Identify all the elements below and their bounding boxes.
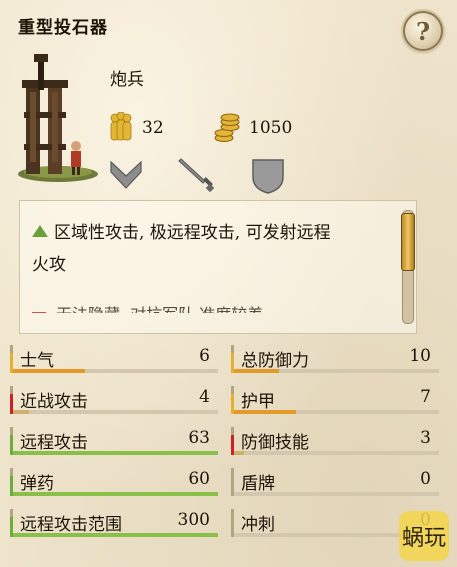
stat-value: 4 (199, 387, 210, 407)
description-scrollbar[interactable] (401, 210, 415, 324)
stat-value: 10 (409, 346, 431, 366)
men-count: 32 (108, 112, 164, 144)
stat-value: 0 (420, 469, 431, 489)
description-line2: 火攻 (32, 255, 66, 275)
men-value: 32 (142, 118, 164, 138)
stat-bar-fill (13, 369, 85, 373)
gold-coins-icon (214, 113, 240, 142)
red-bar-icon (32, 312, 46, 313)
stat-bar-fill (234, 451, 245, 455)
stat-label: 弹药 (20, 474, 54, 494)
green-triangle-icon (32, 225, 48, 237)
stat-row-left-4: 远程攻击范围 300 (10, 509, 218, 537)
stat-row-right-1: 护甲 7 (231, 386, 439, 414)
svg-text:蜗玩: 蜗玩 (402, 526, 446, 551)
stat-row-right-2: 防御技能 3 (231, 427, 439, 455)
stat-label: 远程攻击范围 (20, 515, 122, 535)
chevron-down-icon (110, 160, 142, 189)
stat-bar-fill (13, 492, 218, 496)
help-button[interactable]: ? (403, 11, 443, 51)
cost-value: 1050 (249, 118, 293, 138)
stat-label: 总防御力 (241, 351, 309, 371)
stat-label: 远程攻击 (20, 433, 88, 453)
stat-bar-fill (13, 451, 218, 455)
stat-bar-track (13, 410, 218, 414)
stat-row-left-1: 近战攻击 4 (10, 386, 218, 414)
stat-value: 60 (188, 469, 210, 489)
stat-value: 7 (420, 387, 431, 407)
stat-value: 3 (420, 428, 431, 448)
stat-label: 护甲 (241, 392, 275, 412)
stat-row-left-2: 远程攻击 63 (10, 427, 218, 455)
stat-row-left-0: 士气 6 (10, 345, 218, 373)
sword-icon (178, 158, 215, 193)
stat-label: 近战攻击 (20, 392, 88, 412)
unit-class: 炮兵 (110, 70, 144, 90)
stat-label: 防御技能 (241, 433, 309, 453)
stat-bar-edge (231, 353, 234, 373)
unit-card: 重型投石器 ? 炮兵 32 1050 区域性攻击, 极远程攻击, 可发射远程 火… (0, 0, 457, 567)
description-line1: 区域性攻击, 极远程攻击, 可发射远程 (54, 223, 331, 243)
stat-bar-fill (234, 369, 280, 373)
stat-value: 300 (177, 510, 210, 530)
unit-title: 重型投石器 (18, 18, 108, 38)
stat-bar-edge (10, 517, 13, 537)
stat-bar-fill (13, 533, 218, 537)
stat-bar-fill (234, 410, 296, 414)
watermark-logo: 蜗玩 (399, 511, 449, 561)
help-icon: ? (415, 16, 431, 46)
stat-label: 士气 (20, 351, 54, 371)
stat-bar-edge (10, 394, 13, 414)
stat-row-right-0: 总防御力 10 (231, 345, 439, 373)
cost: 1050 (213, 113, 292, 143)
scrollbar-thumb[interactable] (401, 213, 415, 271)
stat-bar-track (234, 451, 439, 455)
description-cutoff: 无法隐藏, 对抗军队 准度较差 (32, 301, 263, 313)
stat-value: 6 (199, 346, 210, 366)
men-icon (110, 112, 132, 141)
description-text: 区域性攻击, 极远程攻击, 可发射远程 火攻 (32, 217, 407, 281)
stat-bar-track (234, 492, 439, 496)
stat-label: 盾牌 (241, 474, 275, 494)
stat-bar-edge (231, 394, 234, 414)
stat-row-right-3: 盾牌 0 (231, 468, 439, 496)
description-box: 区域性攻击, 极远程攻击, 可发射远程 火攻 无法隐藏, 对抗军队 准度较差 (19, 200, 417, 334)
stat-bar-edge (231, 517, 234, 537)
shield-icon (252, 159, 284, 194)
stat-value: 63 (188, 428, 210, 448)
stat-bar-edge (231, 476, 234, 496)
stat-bar-edge (10, 353, 13, 373)
stat-bar-fill (13, 410, 30, 414)
stat-bar-edge (10, 476, 13, 496)
stat-label: 冲刺 (241, 515, 275, 535)
stat-row-left-3: 弹药 60 (10, 468, 218, 496)
stat-bar-edge (231, 435, 234, 455)
unit-portrait (18, 54, 98, 182)
stat-bar-edge (10, 435, 13, 455)
